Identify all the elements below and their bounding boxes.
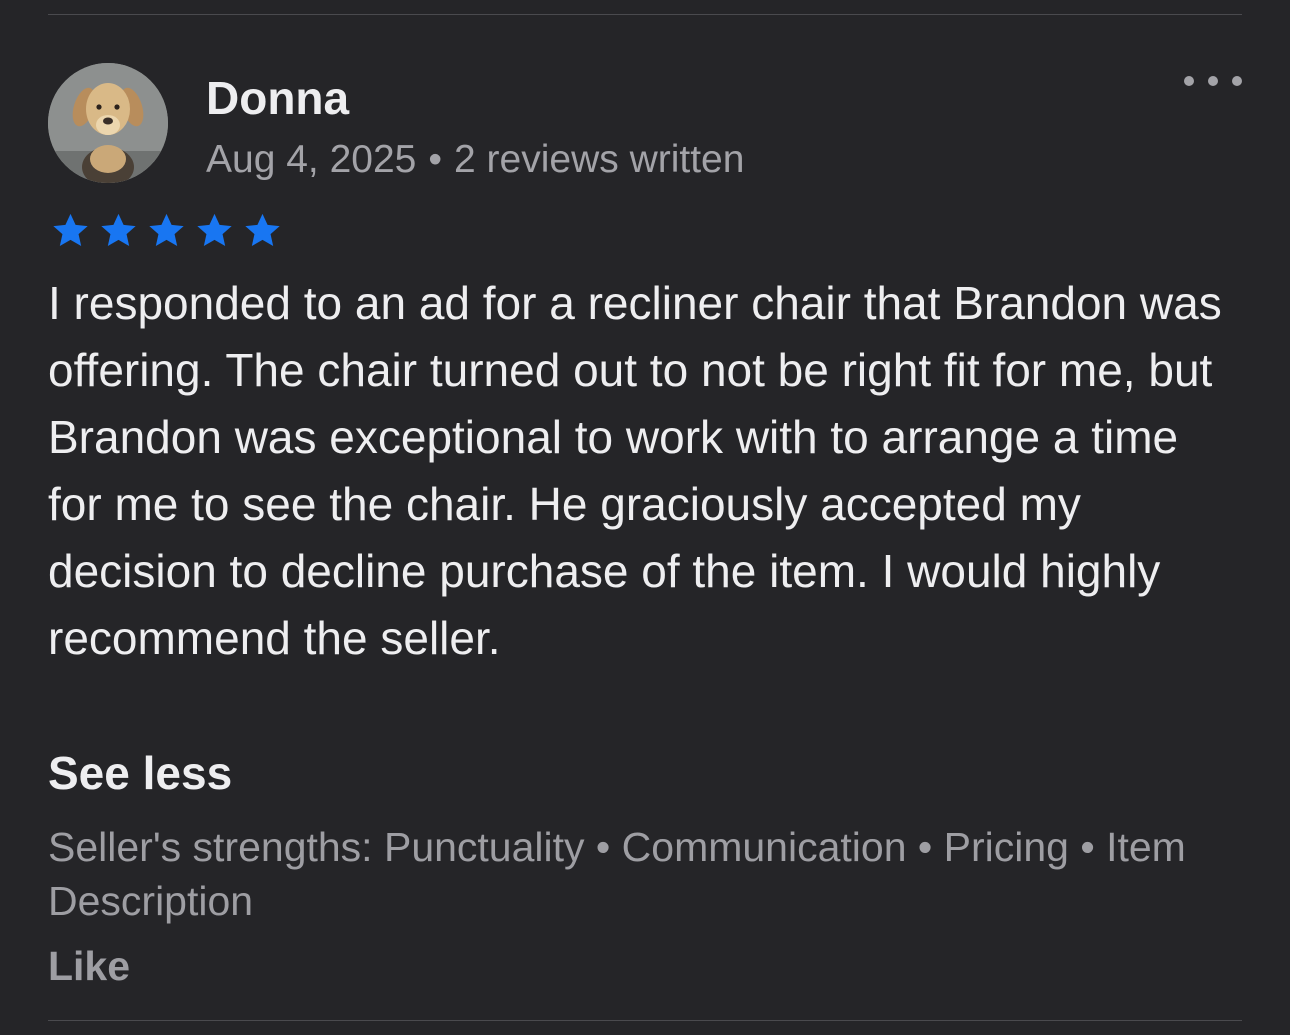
more-horizontal-icon-dot <box>1232 76 1242 86</box>
dog-avatar-icon <box>48 63 168 183</box>
see-less-button[interactable]: See less <box>48 742 232 804</box>
more-options-button[interactable] <box>1184 66 1242 96</box>
top-divider <box>48 14 1242 15</box>
more-horizontal-icon-dot <box>1208 76 1218 86</box>
bottom-divider <box>48 1020 1242 1021</box>
star-icon <box>149 213 184 247</box>
star-icon <box>53 213 88 247</box>
review-meta: Aug 4, 2025 • 2 reviews written <box>206 136 744 184</box>
meta-separator: • <box>428 138 443 181</box>
reviewer-name[interactable]: Donna <box>206 70 349 126</box>
like-button[interactable]: Like <box>48 938 130 994</box>
star-rating <box>48 210 285 252</box>
reviewer-avatar[interactable] <box>48 63 168 183</box>
star-icon <box>101 213 136 247</box>
seller-strengths: Seller's strengths: Punctuality • Commun… <box>48 824 1186 924</box>
review-date: Aug 4, 2025 <box>206 138 417 181</box>
star-icon <box>245 213 280 247</box>
review-body: I responded to an ad for a recliner chai… <box>48 277 1222 664</box>
reviews-written-count: 2 reviews written <box>454 138 745 181</box>
star-icon <box>197 213 232 247</box>
more-horizontal-icon-dot <box>1184 76 1194 86</box>
